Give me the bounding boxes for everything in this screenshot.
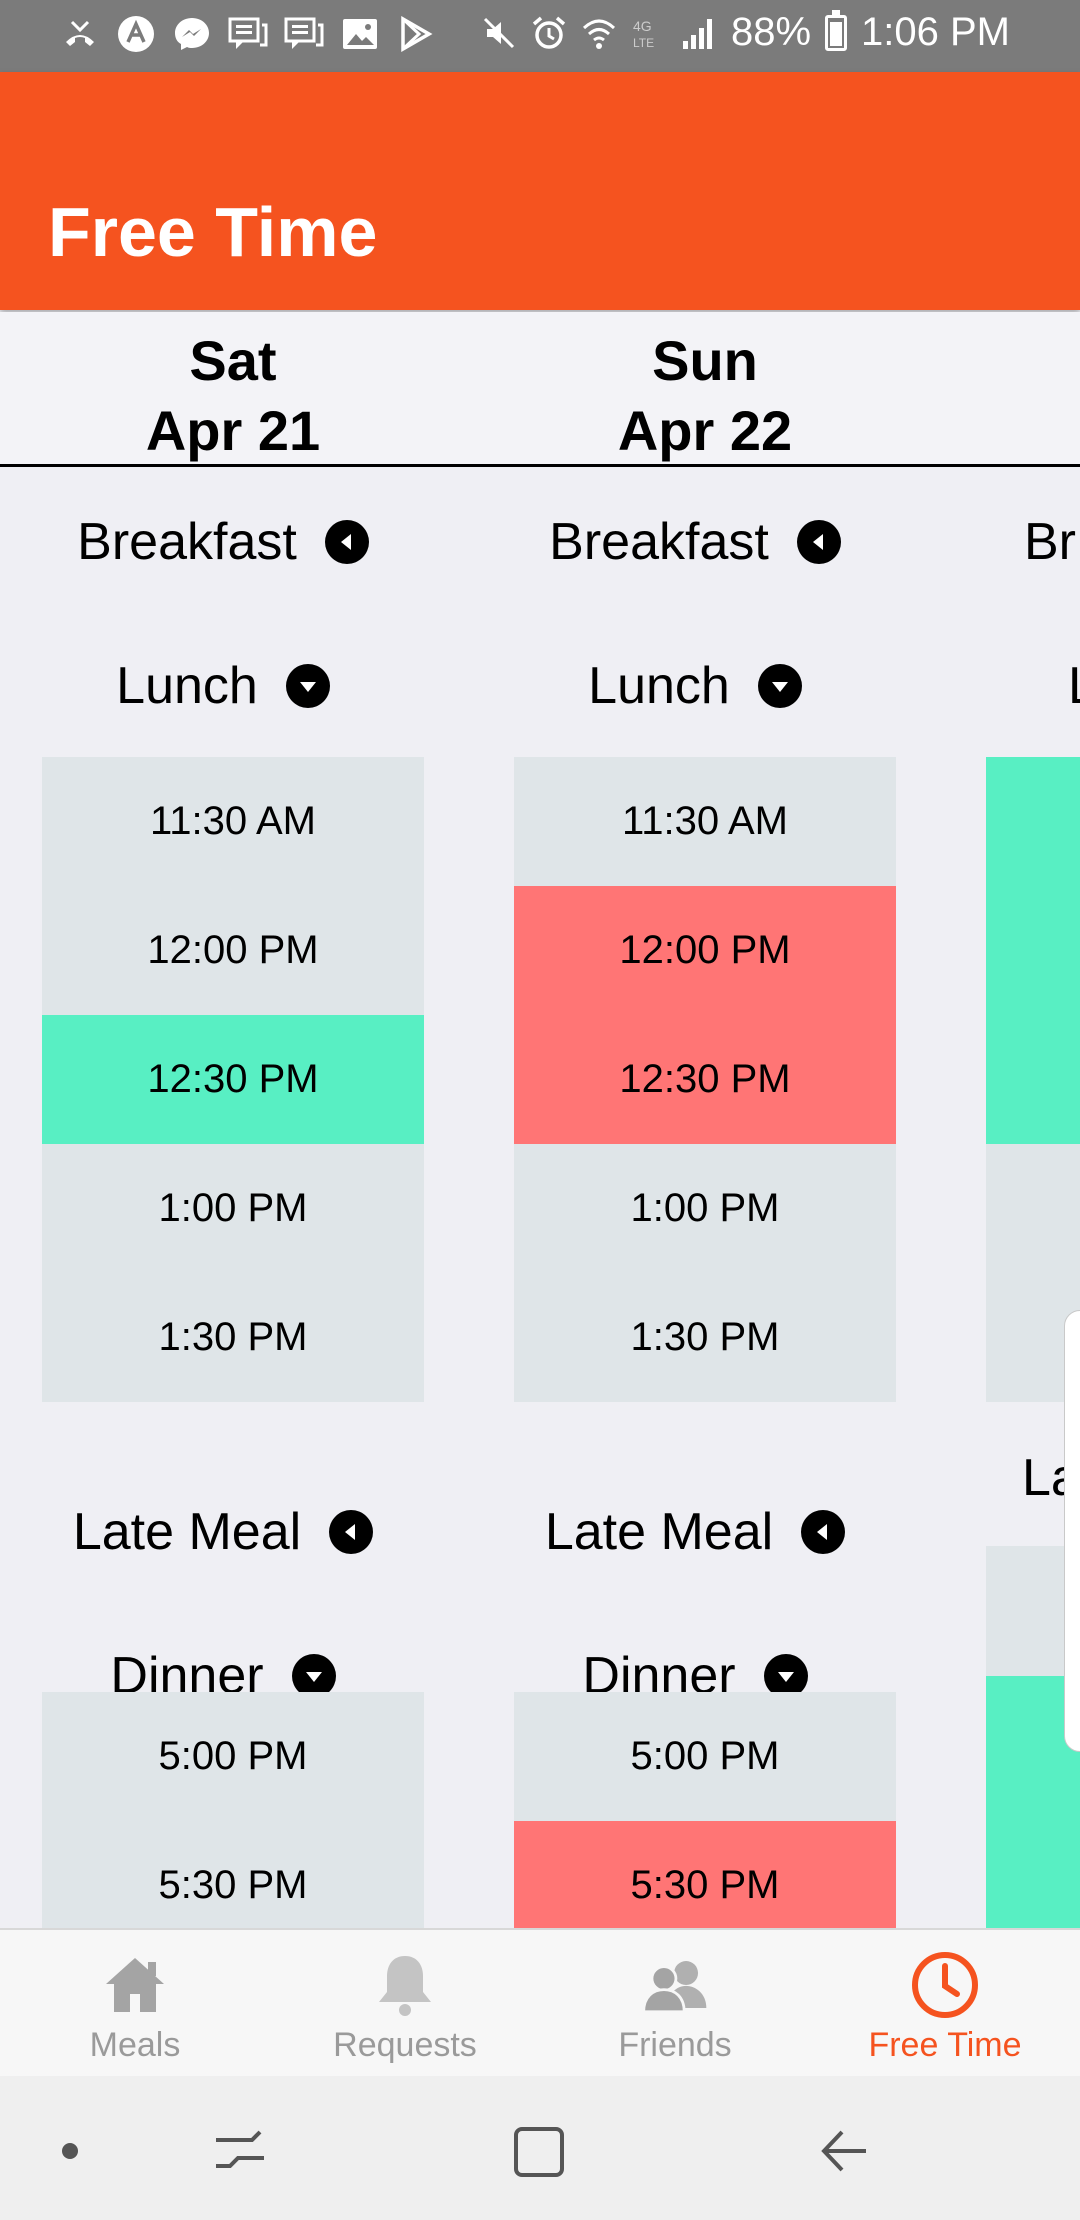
expand-left-icon[interactable] bbox=[801, 1510, 846, 1554]
bottom-nav: Meals Requests Friends Free Time bbox=[0, 1928, 1080, 2078]
slot-time: 11:30 AM bbox=[149, 799, 317, 843]
meal-row-late-meal[interactable]: Late Meal bbox=[504, 1482, 886, 1582]
back-icon[interactable] bbox=[806, 2116, 886, 2186]
expand-left-icon[interactable] bbox=[796, 520, 841, 564]
slot-time: 11:30 AM bbox=[621, 799, 789, 843]
meal-row-late-meal[interactable]: Late Meal bbox=[32, 1482, 414, 1582]
slot-time: 1:30 PM bbox=[158, 1315, 308, 1359]
app-icon bbox=[116, 14, 156, 54]
time-slot[interactable]: 12:00 PM bbox=[514, 886, 896, 1015]
battery-icon bbox=[825, 9, 848, 51]
slot-time: 12:00 PM bbox=[619, 928, 791, 972]
clock-icon bbox=[910, 1950, 980, 2020]
time-slot[interactable]: 12:30 PM bbox=[514, 1015, 896, 1144]
expand-left-icon[interactable] bbox=[324, 520, 369, 564]
home-button-icon[interactable] bbox=[500, 2116, 580, 2186]
nav-free-time[interactable]: Free Time bbox=[810, 1930, 1080, 2078]
lunch-slots: 11:30 AM 12:00 PM 12:30 PM 1:00 PM 1:30 … bbox=[514, 757, 896, 1402]
system-status: 4G LTE 88% 1:06 PM bbox=[481, 9, 1010, 55]
day-date: Apr 21 bbox=[145, 399, 321, 462]
day-date: Apr 22 bbox=[617, 399, 793, 462]
wifi-icon bbox=[581, 15, 617, 51]
home-icon bbox=[100, 1950, 170, 2020]
page-title: Free Time bbox=[48, 193, 378, 271]
collapse-down-icon[interactable] bbox=[757, 664, 802, 708]
slot-time: 5:30 PM bbox=[630, 1863, 780, 1907]
time-slot[interactable]: 11:30 AM bbox=[514, 757, 896, 886]
partial-free-slot[interactable] bbox=[986, 757, 1080, 1144]
slot-time: 1:00 PM bbox=[158, 1186, 308, 1230]
expand-left-icon[interactable] bbox=[329, 1510, 374, 1554]
chat-icon bbox=[228, 14, 268, 54]
slot-time: 12:30 PM bbox=[147, 1057, 319, 1101]
system-nav-bar bbox=[0, 2076, 1080, 2220]
dinner-slots: 5:00 PM 5:30 PM bbox=[42, 1692, 424, 1950]
time-slot[interactable]: 1:00 PM bbox=[42, 1144, 424, 1273]
clock-time: 1:06 PM bbox=[861, 10, 1010, 54]
time-slot[interactable]: 1:00 PM bbox=[514, 1144, 896, 1273]
alarm-icon bbox=[531, 15, 567, 51]
missed-call-icon bbox=[60, 14, 100, 54]
friends-icon bbox=[640, 1950, 710, 2020]
dinner-slots: 5:00 PM 5:30 PM bbox=[514, 1692, 896, 1950]
day-header-sun: Sun Apr 22 bbox=[514, 326, 896, 466]
svg-text:4G: 4G bbox=[633, 18, 652, 34]
bell-icon bbox=[370, 1950, 440, 2020]
mute-icon bbox=[481, 15, 517, 51]
slot-time: 5:00 PM bbox=[158, 1734, 308, 1778]
day-weekday: Sun bbox=[652, 329, 758, 392]
day-weekday: Sat bbox=[189, 329, 277, 392]
chat-icon bbox=[284, 14, 324, 54]
signal-icon bbox=[681, 15, 717, 51]
meal-label: Lunch bbox=[116, 657, 258, 715]
recent-apps-icon[interactable] bbox=[200, 2116, 280, 2186]
dot-icon[interactable] bbox=[30, 2116, 110, 2186]
lunch-slots: 11:30 AM 12:00 PM 12:30 PM 1:00 PM 1:30 … bbox=[42, 757, 424, 1402]
time-slot[interactable]: 1:30 PM bbox=[42, 1273, 424, 1402]
play-store-icon bbox=[396, 14, 436, 54]
collapse-down-icon[interactable] bbox=[285, 664, 330, 708]
nav-requests[interactable]: Requests bbox=[270, 1930, 540, 2078]
svg-text:LTE: LTE bbox=[633, 36, 654, 50]
nav-label: Friends bbox=[618, 2026, 732, 2064]
meal-label: Late Meal bbox=[544, 1503, 774, 1561]
meal-label: Late Meal bbox=[72, 1503, 302, 1561]
slot-time: 5:30 PM bbox=[158, 1863, 308, 1907]
slot-time: 1:30 PM bbox=[630, 1315, 780, 1359]
meal-row-lunch[interactable]: Lunch bbox=[504, 636, 886, 736]
meal-label: Breakfast bbox=[77, 513, 297, 571]
slot-time: 12:30 PM bbox=[619, 1057, 791, 1101]
nav-friends[interactable]: Friends bbox=[540, 1930, 810, 2078]
meal-label: Lunch bbox=[588, 657, 730, 715]
meal-row-lunch[interactable]: Lunch bbox=[32, 636, 414, 736]
nav-meals[interactable]: Meals bbox=[0, 1930, 270, 2078]
partial-lunch-label: L bbox=[1068, 656, 1080, 716]
app-bar: Free Time bbox=[0, 72, 1080, 310]
time-slot[interactable]: 12:00 PM bbox=[42, 886, 424, 1015]
battery-percent: 88% bbox=[730, 10, 812, 54]
time-slot[interactable]: 11:30 AM bbox=[42, 757, 424, 886]
time-slot[interactable]: 12:30 PM bbox=[42, 1015, 424, 1144]
slot-time: 12:00 PM bbox=[147, 928, 319, 972]
time-slot[interactable]: 5:00 PM bbox=[514, 1692, 896, 1821]
slot-time: 1:00 PM bbox=[630, 1186, 780, 1230]
notification-icons bbox=[60, 14, 436, 54]
nav-label: Free Time bbox=[868, 2026, 1022, 2064]
image-icon bbox=[340, 14, 380, 54]
date-header: Sat Apr 21 Sun Apr 22 bbox=[0, 312, 1080, 467]
slot-time: 5:00 PM bbox=[630, 1734, 780, 1778]
day-header-sat: Sat Apr 21 bbox=[42, 326, 424, 466]
nav-label: Requests bbox=[333, 2026, 477, 2064]
partial-breakfast-label: Br bbox=[1024, 513, 1076, 571]
nav-label: Meals bbox=[89, 2026, 181, 2064]
meal-row-breakfast[interactable]: Breakfast bbox=[504, 492, 886, 592]
time-slot[interactable]: 1:30 PM bbox=[514, 1273, 896, 1402]
lte-icon: 4G LTE bbox=[631, 15, 667, 51]
status-bar: 4G LTE 88% 1:06 PM bbox=[0, 0, 1080, 72]
meal-row-breakfast[interactable]: Breakfast bbox=[32, 492, 414, 592]
meal-label: Breakfast bbox=[549, 513, 769, 571]
messenger-icon bbox=[172, 14, 212, 54]
side-panel-handle[interactable] bbox=[1064, 1310, 1080, 1752]
time-slot[interactable]: 5:00 PM bbox=[42, 1692, 424, 1821]
